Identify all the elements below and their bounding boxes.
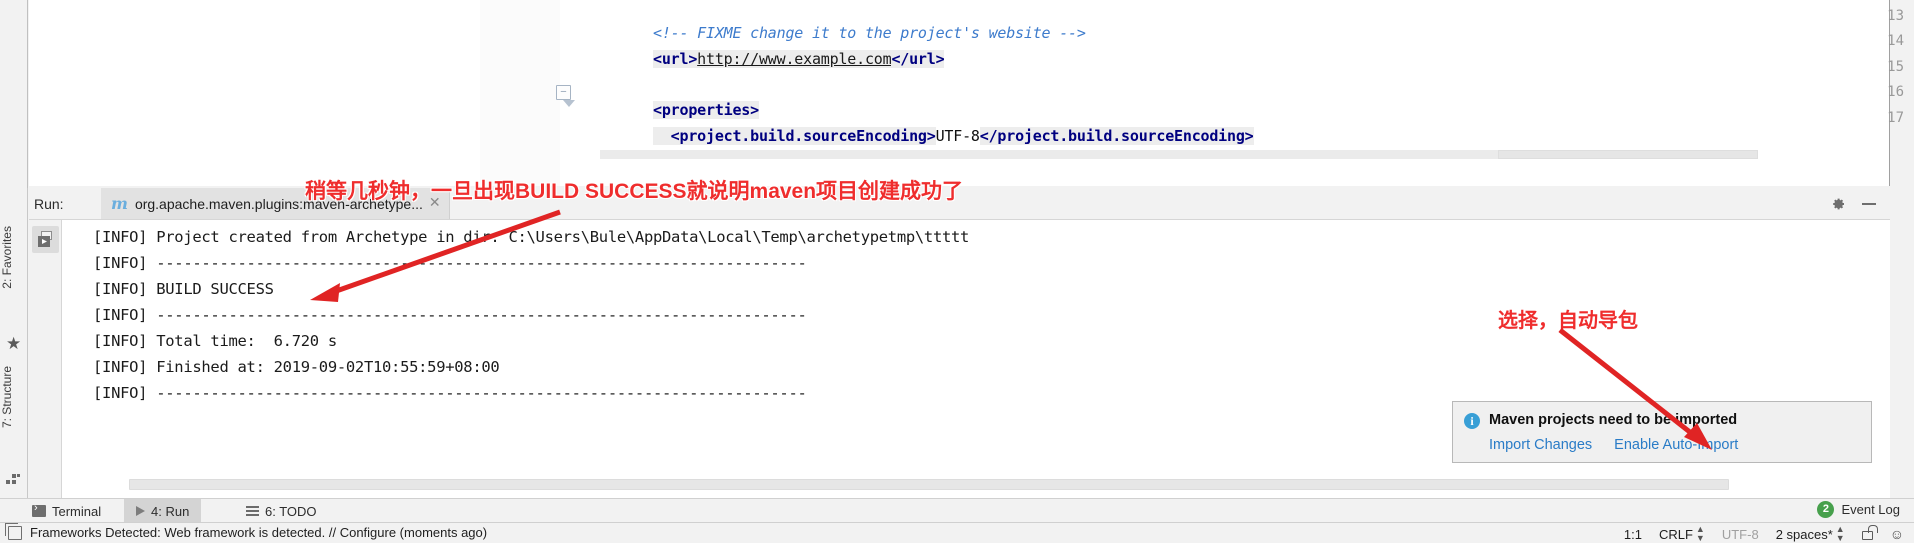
tab-run[interactable]: 4: Run <box>124 499 202 523</box>
console-line: [INFO] Project created from Archetype in… <box>93 228 970 246</box>
info-icon: i <box>1464 413 1480 429</box>
code-line-14: <url>http://www.example.com</url> <box>600 32 945 86</box>
code-highlight-bar-secondary <box>1498 150 1758 159</box>
status-message: Frameworks Detected: Web framework is de… <box>30 525 488 540</box>
line-separator-widget[interactable]: CRLF ▲ ▼ <box>1659 525 1705 543</box>
code-token: <url> <box>653 50 698 68</box>
run-side-toolbar <box>29 220 62 498</box>
code-token: </project.build.sourceEncoding> <box>979 127 1254 145</box>
console-line: [INFO] Total time: 6.720 s <box>93 332 337 350</box>
event-log-label: Event Log <box>1841 502 1900 517</box>
console-line: [INFO] ---------------------------------… <box>93 384 807 402</box>
chevron-updown-icon: ▲ ▼ <box>1695 524 1705 543</box>
rerun-icon[interactable] <box>32 226 59 253</box>
console-line: [INFO] ---------------------------------… <box>93 306 807 324</box>
chevron-updown-icon: ▲ ▼ <box>1835 524 1845 543</box>
tab-label: 6: TODO <box>265 503 317 519</box>
event-count-badge: 2 <box>1817 501 1835 518</box>
import-changes-link[interactable]: Import Changes <box>1489 437 1592 453</box>
status-bar: Frameworks Detected: Web framework is de… <box>0 522 1914 543</box>
console-horizontal-scrollbar[interactable] <box>129 479 1729 490</box>
sidebar-item-favorites[interactable]: 2: Favorites <box>0 226 28 289</box>
run-label: Run: <box>34 196 64 212</box>
sidebar-item-label: 7: Structure <box>0 366 14 429</box>
todo-icon <box>246 505 259 517</box>
code-token: <project.build.sourceEncoding> <box>653 127 936 145</box>
code-token: UTF-8 <box>935 127 980 145</box>
bottom-tool-tabs-bar: Terminal 4: Run 6: TODO 2 Event Log <box>0 498 1914 523</box>
frameworks-icon <box>5 522 22 540</box>
line-number: 14 <box>1887 33 1904 49</box>
run-header-actions <box>1830 188 1890 219</box>
console-line: [INFO] BUILD SUCCESS <box>93 280 274 298</box>
status-bar-widgets: 1:1 CRLF ▲ ▼ UTF-8 2 spaces* ▲ ▼ ☺ <box>1624 525 1904 543</box>
ide-window: 13 14 15 16 17 − <!-- FIXME change it to… <box>0 0 1914 543</box>
console-line: [INFO] Finished at: 2019-09-02T10:55:59+… <box>93 358 500 376</box>
minimize-icon[interactable] <box>1862 202 1876 205</box>
caret-position-widget[interactable]: 1:1 <box>1624 527 1642 542</box>
star-icon: ★ <box>6 334 22 353</box>
tab-terminal[interactable]: Terminal <box>20 499 113 523</box>
unlocked-icon[interactable] <box>1861 525 1878 540</box>
maven-import-notification: i Maven projects need to be imported Imp… <box>1452 401 1872 463</box>
tab-label: Terminal <box>52 503 102 519</box>
code-highlight-bar <box>600 150 1500 159</box>
sidebar-item-label: 2: Favorites <box>0 226 14 289</box>
terminal-icon <box>32 502 46 517</box>
code-fold-icon[interactable]: − <box>556 85 575 107</box>
code-token: </url> <box>891 50 945 68</box>
status-message-area[interactable]: Frameworks Detected: Web framework is de… <box>5 522 488 540</box>
event-log-button[interactable]: 2 Event Log <box>1817 501 1900 518</box>
line-number: 13 <box>1887 8 1904 24</box>
indent-widget[interactable]: 2 spaces* ▲ ▼ <box>1776 525 1845 543</box>
encoding-value: UTF-8 <box>1721 526 1759 542</box>
annotation-right-text: 选择，自动导包 <box>1498 310 1638 332</box>
encoding-widget[interactable]: UTF-8 <box>1722 527 1759 542</box>
indent-value: 2 spaces* <box>1775 526 1833 542</box>
line-number: 15 <box>1887 59 1904 75</box>
run-icon <box>136 506 145 516</box>
line-number: 17 <box>1887 110 1904 126</box>
console-line: [INFO] ---------------------------------… <box>93 254 807 272</box>
notification-actions: Import Changes Enable Auto-Import <box>1489 437 1738 453</box>
editor-line-number-gutter <box>480 0 560 186</box>
hector-icon[interactable]: ☺ <box>1890 526 1904 542</box>
maven-m-icon: m <box>111 194 128 213</box>
tab-todo[interactable]: 6: TODO <box>234 499 329 523</box>
structure-icon <box>6 471 22 487</box>
tab-label: 4: Run <box>151 503 190 519</box>
notification-title: Maven projects need to be imported <box>1489 412 1738 428</box>
sidebar-item-structure[interactable]: 7: Structure <box>0 366 28 428</box>
left-tool-rail: 2: Favorites ★ 7: Structure <box>0 188 28 498</box>
line-number: 16 <box>1887 84 1904 100</box>
editor-left-pane <box>0 0 28 188</box>
code-token-url[interactable]: http://www.example.com <box>697 50 892 68</box>
editor-region: 13 14 15 16 17 − <!-- FIXME change it to… <box>0 0 1914 188</box>
enable-auto-import-link[interactable]: Enable Auto-Import <box>1614 437 1738 453</box>
line-separator-value: CRLF <box>1658 526 1693 542</box>
annotation-top-text: 稍等几秒钟，一旦出现BUILD SUCCESS就说明maven项目创建成功了 <box>305 180 964 203</box>
gear-icon[interactable] <box>1830 196 1846 212</box>
caret-position-value: 1:1 <box>1623 526 1642 542</box>
